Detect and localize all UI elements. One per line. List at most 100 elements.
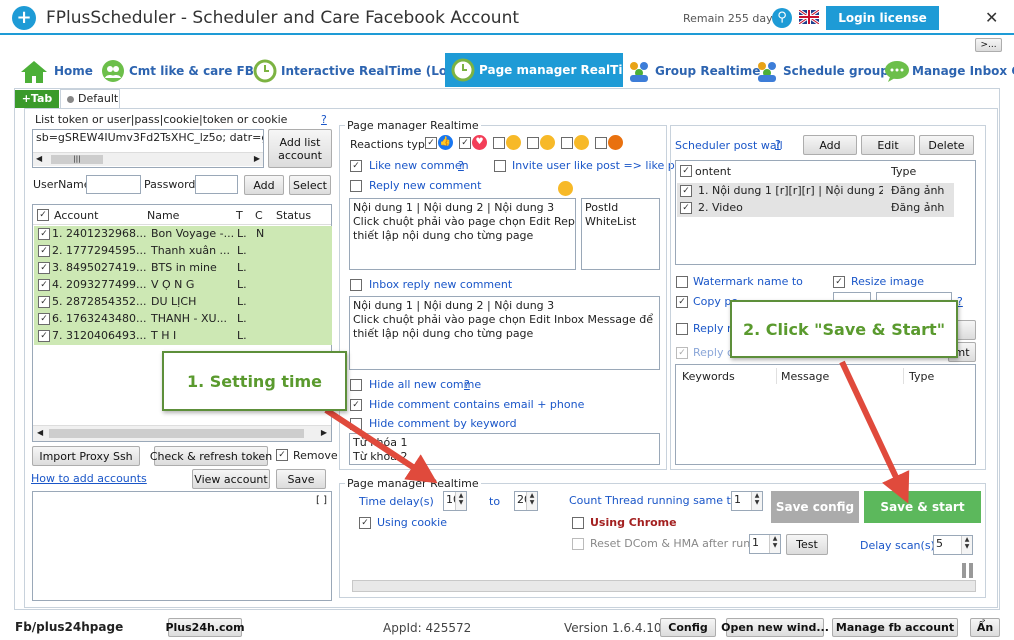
reset-dcom-checkbox[interactable] bbox=[572, 538, 584, 550]
emoji-icon[interactable] bbox=[558, 181, 573, 196]
using-chrome-checkbox[interactable] bbox=[572, 517, 584, 529]
scheduler-row-checkbox[interactable]: ✓ bbox=[680, 202, 692, 214]
add-list-account-button[interactable]: Add list account bbox=[268, 129, 332, 168]
thread-spinner[interactable]: 1 ▲ ▼ bbox=[731, 491, 763, 511]
import-proxy-button[interactable]: Import Proxy Ssh bbox=[32, 446, 140, 466]
watermark-checkbox[interactable] bbox=[676, 276, 688, 288]
save-start-button[interactable]: Save & start bbox=[864, 491, 981, 523]
delay-scan-spinner[interactable]: 5 ▲ ▼ bbox=[933, 535, 973, 555]
scheduler-edit-button[interactable]: Edit bbox=[861, 135, 915, 155]
scheduler-row[interactable]: ✓ 2. Video Đăng ảnh bbox=[677, 200, 954, 217]
site-link-button[interactable]: Plus24h.com bbox=[165, 618, 245, 637]
hide-button[interactable]: Ẩn bbox=[970, 618, 1000, 637]
col-content[interactable]: ontent bbox=[695, 165, 731, 179]
token-scrollbar[interactable]: ◀ ||| ▶ bbox=[33, 152, 263, 166]
select-button[interactable]: Select bbox=[289, 175, 331, 195]
scheduler-delete-button[interactable]: Delete bbox=[919, 135, 974, 155]
account-row-checkbox[interactable]: ✓ bbox=[38, 262, 50, 274]
tab-interactive[interactable]: Interactive RealTime (Love) bbox=[253, 58, 469, 84]
token-help-link[interactable]: ? bbox=[321, 113, 327, 127]
save-button[interactable]: Save bbox=[276, 469, 326, 489]
reaction-love-checkbox[interactable]: ✓ bbox=[459, 137, 471, 149]
test-button[interactable]: Test bbox=[786, 534, 828, 555]
delay-to-spinner[interactable]: 20 ▲ ▼ bbox=[514, 491, 538, 511]
col-t[interactable]: T bbox=[236, 209, 243, 223]
reaction-wow-checkbox[interactable] bbox=[527, 137, 539, 149]
hide-keyword-checkbox[interactable] bbox=[350, 418, 362, 430]
account-row[interactable]: ✓ 1. 2401232968... Bon Voyage -... L. N bbox=[34, 226, 332, 243]
keyword-textarea[interactable]: Từ khóa 1 Từ khóa 2 bbox=[349, 433, 660, 465]
tab-schedule-group[interactable]: Schedule group bbox=[755, 58, 889, 84]
remove-checkbox[interactable]: ✓ bbox=[276, 449, 288, 461]
like-new-help-link[interactable]: ? bbox=[458, 159, 464, 173]
account-row[interactable]: ✓ 4. 2093277499... V Ọ N G L. bbox=[34, 277, 332, 294]
account-row[interactable]: ✓ 6. 1763243480... THANH - XU... L. bbox=[34, 311, 332, 328]
reply-new-checkbox[interactable] bbox=[676, 323, 688, 335]
how-to-add-link[interactable]: How to add accounts bbox=[31, 472, 147, 486]
scheduler-help-link[interactable]: ? bbox=[775, 138, 781, 152]
key-icon[interactable]: ⚲ bbox=[772, 8, 792, 28]
scheduler-row[interactable]: ✓ 1. Nội dung 1 [r][r][r] | Nội dung 2 [… bbox=[677, 183, 954, 200]
password-input[interactable] bbox=[195, 175, 238, 194]
pause-icon[interactable] bbox=[962, 563, 974, 578]
reply-new-comment-checkbox[interactable] bbox=[350, 180, 362, 192]
reaction-haha-checkbox[interactable] bbox=[493, 137, 505, 149]
hide-all-checkbox[interactable] bbox=[350, 379, 362, 391]
scheduler-select-all-checkbox[interactable]: ✓ bbox=[680, 165, 692, 177]
invite-user-checkbox[interactable] bbox=[494, 160, 506, 172]
using-cookie-checkbox[interactable]: ✓ bbox=[359, 517, 371, 529]
uk-flag-icon[interactable] bbox=[799, 10, 819, 24]
col-message[interactable]: Message bbox=[781, 370, 829, 384]
select-all-checkbox[interactable]: ✓ bbox=[37, 209, 49, 221]
col-type[interactable]: Type bbox=[891, 165, 916, 179]
scroll-thumb[interactable] bbox=[49, 429, 304, 438]
tab-cmt-like[interactable]: Cmt like & care FB bbox=[101, 58, 254, 84]
view-account-button[interactable]: View account bbox=[192, 469, 270, 489]
copy-post-checkbox[interactable]: ✓ bbox=[676, 296, 688, 308]
col-name[interactable]: Name bbox=[147, 209, 179, 223]
delay-from-spinner[interactable]: 10 ▲ ▼ bbox=[443, 491, 467, 511]
tab-home[interactable]: Home bbox=[20, 58, 93, 84]
account-row[interactable]: ✓ 2. 1777294595... Thanh xuân ... L. bbox=[34, 243, 332, 260]
more-button[interactable]: >... bbox=[975, 38, 1002, 52]
account-row-checkbox[interactable]: ✓ bbox=[38, 296, 50, 308]
reaction-sad-checkbox[interactable] bbox=[561, 137, 573, 149]
spinner-arrows-icon[interactable]: ▲ ▼ bbox=[526, 492, 537, 510]
check-token-button[interactable]: Check & refresh token bbox=[150, 446, 272, 466]
spinner-arrows-icon[interactable]: ▲ ▼ bbox=[769, 535, 780, 553]
hide-all-help-link[interactable]: ? bbox=[464, 378, 470, 392]
username-input[interactable] bbox=[86, 175, 141, 194]
manage-fb-account-button[interactable]: Manage fb account bbox=[832, 618, 958, 637]
tab-group-realtime[interactable]: Group Realtime bbox=[627, 58, 760, 84]
col-status[interactable]: Status bbox=[276, 209, 311, 223]
reaction-like-checkbox[interactable]: ✓ bbox=[425, 137, 437, 149]
log-box[interactable]: [ ] bbox=[32, 491, 332, 601]
subtab-default[interactable]: Default bbox=[60, 89, 120, 108]
col-c[interactable]: C bbox=[255, 209, 263, 223]
hide-email-checkbox[interactable]: ✓ bbox=[350, 399, 362, 411]
col-keywords[interactable]: Keywords bbox=[682, 370, 735, 384]
add-account-button[interactable]: Add bbox=[244, 175, 284, 195]
fb-page-link[interactable]: Fb/plus24hpage bbox=[15, 620, 123, 634]
account-row-checkbox[interactable]: ✓ bbox=[38, 330, 50, 342]
like-new-comment-checkbox[interactable]: ✓ bbox=[350, 160, 362, 172]
config-button[interactable]: Config bbox=[660, 618, 716, 637]
log-toggle-button[interactable]: [ ] bbox=[316, 494, 327, 508]
resize-image-checkbox[interactable]: ✓ bbox=[833, 276, 845, 288]
spinner-arrows-icon[interactable]: ▲ ▼ bbox=[751, 492, 762, 510]
inbox-reply-checkbox[interactable] bbox=[350, 279, 362, 291]
tab-manage-inbox[interactable]: Manage Inbox C bbox=[884, 58, 1014, 84]
spinner-arrows-icon[interactable]: ▲ ▼ bbox=[455, 492, 466, 510]
grid-hscroll[interactable]: ◀ ▶ bbox=[33, 425, 331, 441]
subtab-add[interactable]: +Tab bbox=[15, 90, 59, 108]
account-row-checkbox[interactable]: ✓ bbox=[38, 279, 50, 291]
spinner-arrows-icon[interactable]: ▲ ▼ bbox=[961, 536, 972, 554]
reset-spinner[interactable]: 1 ▲ ▼ bbox=[749, 534, 781, 554]
reaction-angry-checkbox[interactable] bbox=[595, 137, 607, 149]
col-kw-type[interactable]: Type bbox=[909, 370, 934, 384]
inbox-textarea[interactable]: Nội dung 1 | Nội dung 2 | Nội dung 3 Cli… bbox=[349, 296, 660, 370]
postid-whitelist-box[interactable]: PostId WhiteList bbox=[581, 198, 660, 270]
keyword-grid[interactable]: Keywords Message Type bbox=[675, 364, 976, 465]
account-row[interactable]: ✓ 3. 8495027419... BTS in mine L. bbox=[34, 260, 332, 277]
close-icon[interactable]: ✕ bbox=[985, 8, 998, 27]
